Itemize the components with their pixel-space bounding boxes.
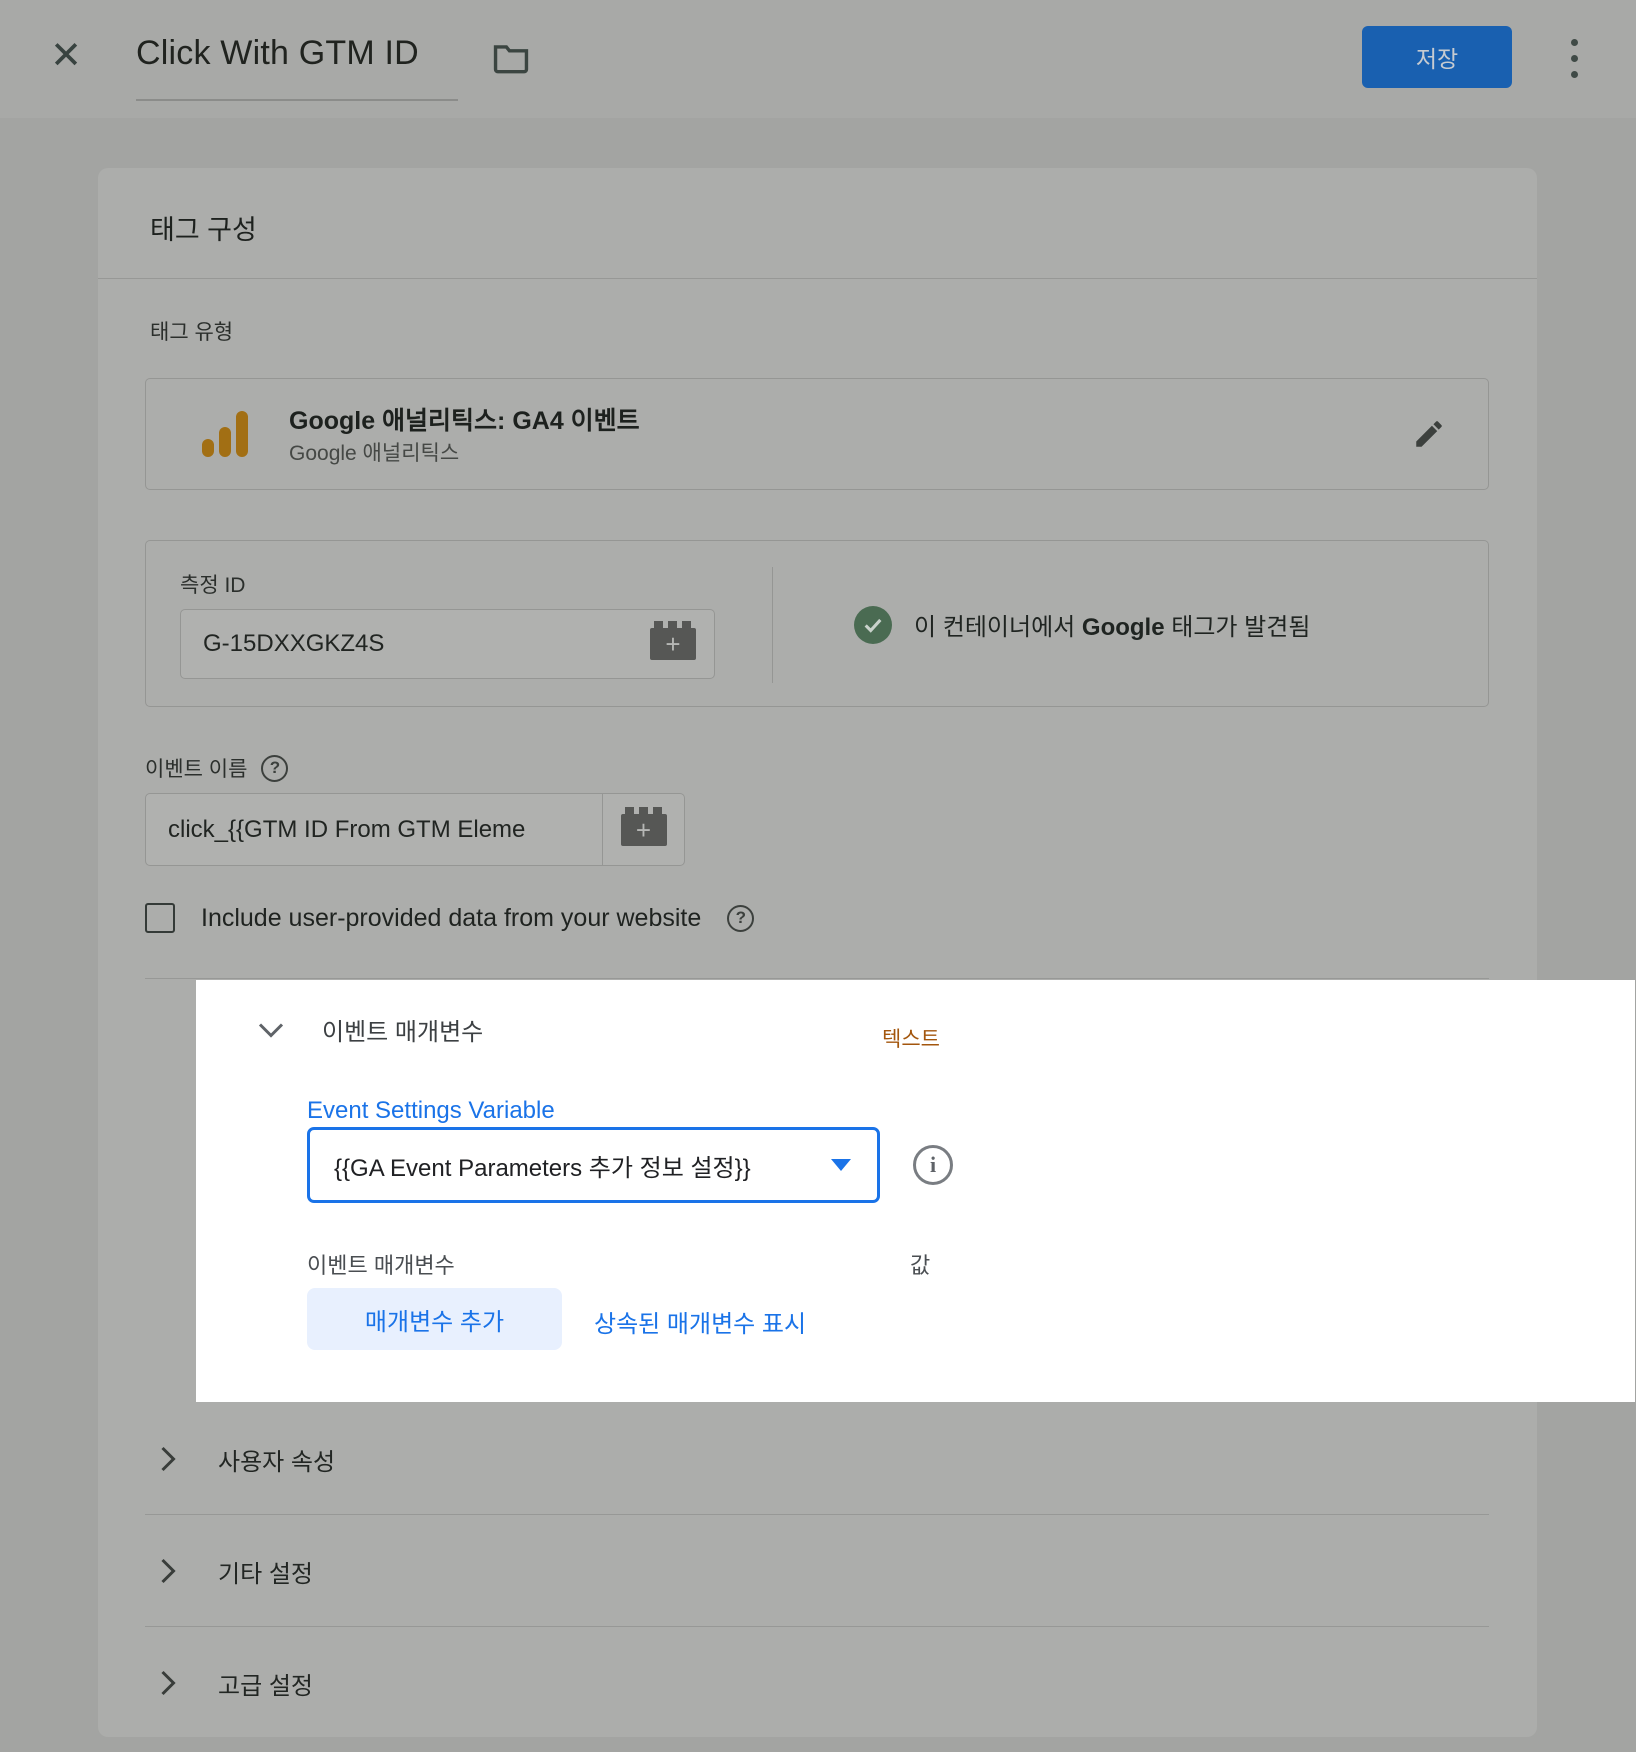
- section-advanced-settings[interactable]: 고급 설정: [98, 1626, 1537, 1738]
- status-text: 이 컨테이너에서 Google 태그가 발견됨: [914, 607, 1310, 642]
- divider: [145, 978, 1489, 979]
- tag-configuration-card: 태그 구성 태그 유형 Google 애널리틱스: GA4 이벤트 Google…: [98, 168, 1537, 1737]
- close-icon[interactable]: ✕: [44, 34, 88, 78]
- help-icon[interactable]: ?: [727, 905, 754, 932]
- event-parameters-title: 이벤트 매개변수: [322, 1012, 483, 1047]
- lego-plus-icon: [650, 628, 696, 660]
- tag-type-label: 태그 유형: [150, 316, 233, 346]
- section-label: 고급 설정: [218, 1666, 313, 1701]
- lego-plus-icon: [621, 814, 667, 846]
- chevron-right-icon: [160, 1558, 176, 1584]
- google-tag-status: 이 컨테이너에서 Google 태그가 발견됨: [798, 541, 1488, 708]
- measurement-panel: 측정 ID G-15DXXGKZ4S 이 컨테이너에서 Google 태그가 발…: [145, 540, 1489, 707]
- gtm-tag-editor: ✕ Click With GTM ID 저장 태그 구성 태그 유형 Googl…: [0, 0, 1636, 1752]
- edit-pencil-icon[interactable]: [1412, 417, 1446, 451]
- param-column-label: 이벤트 매개변수: [307, 1248, 455, 1280]
- save-button[interactable]: 저장: [1362, 26, 1512, 88]
- event-settings-variable-label: Event Settings Variable: [307, 1097, 555, 1125]
- tag-type-selector[interactable]: Google 애널리틱스: GA4 이벤트 Google 애널리틱스: [145, 378, 1489, 490]
- user-data-checkbox-label: Include user-provided data from your web…: [201, 904, 701, 933]
- section-user-properties[interactable]: 사용자 속성: [98, 1402, 1537, 1514]
- folder-icon[interactable]: [492, 40, 530, 79]
- chevron-right-icon: [160, 1446, 176, 1472]
- measurement-id-field[interactable]: G-15DXXGKZ4S: [180, 609, 633, 679]
- user-data-checkbox[interactable]: [145, 903, 175, 933]
- tag-type-vendor: Google 애널리틱스: [289, 437, 459, 467]
- dropdown-caret-icon: [831, 1159, 851, 1171]
- section-other-settings[interactable]: 기타 설정: [98, 1514, 1537, 1626]
- tag-type-name: Google 애널리틱스: GA4 이벤트: [289, 401, 640, 437]
- vertical-divider: [772, 567, 773, 683]
- top-bar: ✕ Click With GTM ID 저장: [0, 0, 1636, 118]
- chevron-right-icon: [160, 1670, 176, 1696]
- section-label: 기타 설정: [218, 1554, 313, 1589]
- more-options-icon[interactable]: [1556, 34, 1592, 82]
- event-name-label: 이벤트 이름: [145, 753, 247, 783]
- card-header: 태그 구성: [98, 168, 1537, 279]
- chevron-down-icon: [258, 1022, 284, 1038]
- value-column-label: 값: [910, 1248, 930, 1280]
- show-inherited-params-link[interactable]: 상속된 매개변수 표시: [594, 1304, 806, 1339]
- variable-picker-button[interactable]: [603, 793, 685, 866]
- ga4-analytics-icon: [202, 409, 252, 461]
- measurement-id-label: 측정 ID: [180, 569, 245, 599]
- section-label: 사용자 속성: [218, 1442, 335, 1477]
- help-icon[interactable]: ?: [261, 755, 288, 782]
- info-icon[interactable]: i: [913, 1145, 953, 1185]
- check-circle-icon: [854, 606, 892, 644]
- event-parameters-header[interactable]: 이벤트 매개변수: [258, 1012, 483, 1047]
- title-underline: [136, 99, 458, 101]
- panel-title: 태그 구성: [150, 208, 257, 247]
- event-name-field[interactable]: click_{{GTM ID From GTM Eleme: [145, 793, 603, 866]
- add-parameter-button[interactable]: 매개변수 추가: [307, 1288, 562, 1350]
- selected-variable-value: {{GA Event Parameters 추가 정보 설정}}: [310, 1148, 831, 1183]
- variable-picker-button[interactable]: [632, 609, 715, 679]
- text-variable-link[interactable]: 텍스트: [882, 1023, 940, 1053]
- tag-name-title[interactable]: Click With GTM ID: [136, 34, 419, 73]
- event-settings-variable-select[interactable]: {{GA Event Parameters 추가 정보 설정}}: [307, 1127, 880, 1203]
